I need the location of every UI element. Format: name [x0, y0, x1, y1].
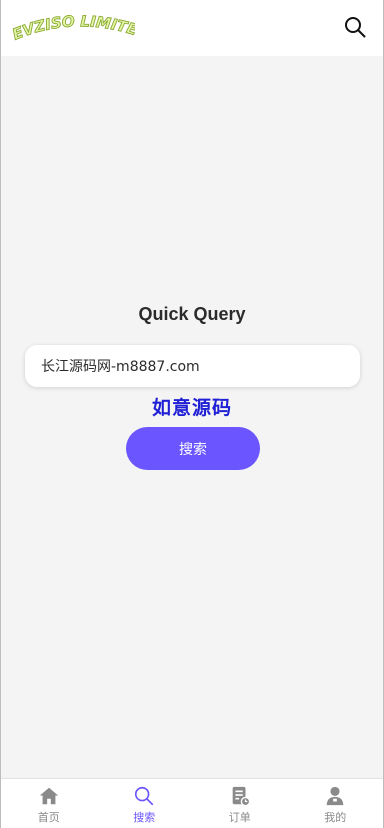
logo-graphic: EVZISO LIMITED [11, 10, 135, 44]
order-icon [232, 786, 251, 807]
search-icon[interactable] [344, 16, 366, 38]
tab-label: 首页 [37, 811, 60, 824]
query-input[interactable] [25, 345, 360, 387]
logo[interactable]: EVZISO LIMITED [11, 10, 135, 50]
user-icon [327, 786, 344, 806]
home-icon [39, 787, 58, 805]
tab-profile[interactable]: 我的 [288, 779, 384, 828]
top-bar: EVZISO LIMITED [1, 0, 383, 56]
tab-home[interactable]: 首页 [1, 779, 97, 828]
logo-text: EVZISO LIMITED [11, 10, 135, 44]
tab-search[interactable]: 搜索 [97, 779, 193, 828]
search-icon [135, 786, 154, 806]
search-button[interactable]: 搜索 [126, 427, 260, 470]
tab-label: 订单 [228, 811, 251, 824]
bottom-tab-bar: 首页 搜索 订单 我的 [1, 778, 383, 828]
tab-label: 我的 [324, 811, 347, 824]
page-title: Quick Query [138, 304, 246, 324]
watermark-text: 如意源码 [151, 397, 232, 419]
svg-text:EVZISO LIMITED: EVZISO LIMITED [11, 10, 135, 44]
tab-orders[interactable]: 订单 [192, 779, 288, 828]
tab-label: 搜索 [133, 811, 156, 824]
main-content: Quick Query 如意源码 搜索 [1, 56, 383, 778]
